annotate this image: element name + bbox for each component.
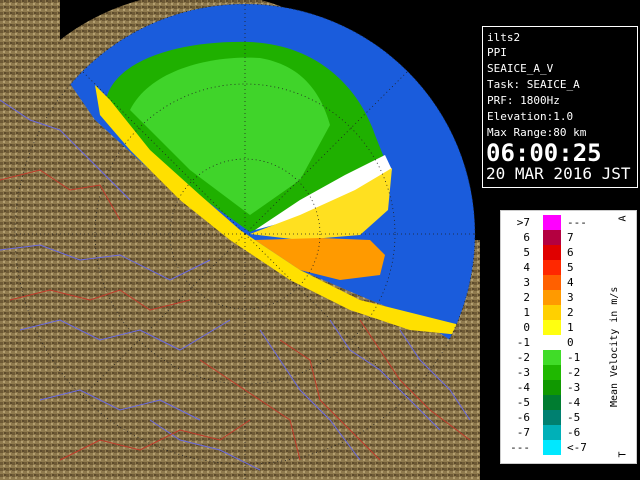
legend-upper-bound: -2 bbox=[567, 366, 581, 379]
radar-map bbox=[0, 0, 480, 480]
legend-bottom-marker: T bbox=[617, 451, 629, 458]
legend-upper-bound: 6 bbox=[567, 246, 574, 259]
legend-row: 23 bbox=[501, 290, 601, 305]
legend-row: -1 0 bbox=[501, 335, 601, 350]
legend-lower-bound: 1 bbox=[523, 306, 530, 319]
legend-swatch bbox=[543, 230, 561, 245]
legend-lower-bound: -5 bbox=[516, 396, 530, 409]
legend-lower-bound: 4 bbox=[523, 261, 530, 274]
radar-ppi-image bbox=[0, 0, 480, 480]
legend-swatch bbox=[543, 380, 561, 395]
legend-row: 01 bbox=[501, 320, 601, 335]
legend-upper-bound: <-7 bbox=[567, 441, 587, 454]
legend-lower-bound: 2 bbox=[523, 291, 530, 304]
velocity-legend: >7 --- 6 7 5 6 4 5 3 4 2 3 1 2 0 1 -1 0 -2 -1 -3 -2 -4 -3 -5 -4 -6… bbox=[500, 210, 637, 464]
legend-row: 56 bbox=[501, 245, 601, 260]
legend-row: -7 -6 bbox=[501, 425, 601, 440]
legend-lower-bound: -6 bbox=[516, 411, 530, 424]
legend-lower-bound: 0 bbox=[523, 321, 530, 334]
info-panel: ilts2 PPI SEAICE_A_V Task: SEAICE_A PRF:… bbox=[480, 0, 640, 480]
legend-swatch bbox=[543, 395, 561, 410]
legend-swatch bbox=[543, 245, 561, 260]
legend-swatch bbox=[543, 410, 561, 425]
legend-lower-bound: 5 bbox=[523, 246, 530, 259]
legend-upper-bound: -3 bbox=[567, 381, 581, 394]
legend-upper-bound: -1 bbox=[567, 351, 581, 364]
legend-lower-bound: -4 bbox=[516, 381, 530, 394]
legend-lower-bound: --- bbox=[510, 441, 530, 454]
elevation-value: Elevation:1.0 bbox=[487, 110, 574, 123]
legend-title: Mean Velocity in m/s bbox=[609, 286, 620, 407]
legend-swatch bbox=[543, 305, 561, 320]
legend-swatch bbox=[543, 290, 561, 305]
legend-upper-bound: 7 bbox=[567, 231, 574, 244]
legend-row: -6 -5 bbox=[501, 410, 601, 425]
legend-upper-bound: -5 bbox=[567, 411, 581, 424]
legend-swatch bbox=[543, 440, 561, 455]
legend-upper-bound: -6 bbox=[567, 426, 581, 439]
legend-upper-bound: 4 bbox=[567, 276, 574, 289]
legend-lower-bound: >7 bbox=[516, 216, 530, 229]
legend-upper-bound: 3 bbox=[567, 291, 574, 304]
legend-swatch bbox=[543, 260, 561, 275]
product-name: SEAICE_A_V bbox=[487, 62, 554, 75]
legend-row: 34 bbox=[501, 275, 601, 290]
legend-row: 45 bbox=[501, 260, 601, 275]
legend-lower-bound: 6 bbox=[523, 231, 530, 244]
site-name: ilts2 bbox=[487, 31, 521, 44]
legend-swatch bbox=[543, 350, 561, 365]
legend-upper-bound: -4 bbox=[567, 396, 581, 409]
legend-row: 12 bbox=[501, 305, 601, 320]
legend-upper-bound: 0 bbox=[567, 336, 574, 349]
legend-swatch bbox=[543, 275, 561, 290]
legend-lower-bound: -2 bbox=[516, 351, 530, 364]
task-name: Task: SEAICE_A bbox=[487, 78, 580, 91]
legend-lower-bound: -7 bbox=[516, 426, 530, 439]
legend-row: >7 --- bbox=[501, 215, 601, 230]
legend-lower-bound: -1 bbox=[516, 336, 530, 349]
legend-swatch bbox=[543, 335, 561, 350]
scan-info-box: ilts2 PPI SEAICE_A_V Task: SEAICE_A PRF:… bbox=[482, 26, 638, 188]
legend-row: --- <-7 bbox=[501, 440, 601, 455]
legend-upper-bound: 2 bbox=[567, 306, 574, 319]
legend-lower-bound: -3 bbox=[516, 366, 530, 379]
legend-top-marker: A bbox=[617, 215, 629, 222]
legend-row: -5 -4 bbox=[501, 395, 601, 410]
legend-swatch bbox=[543, 365, 561, 380]
scan-type: PPI bbox=[487, 46, 507, 59]
legend-row: -3 -2 bbox=[501, 365, 601, 380]
legend-swatch bbox=[543, 215, 561, 230]
legend-swatch bbox=[543, 425, 561, 440]
legend-lower-bound: 3 bbox=[523, 276, 530, 289]
legend-row: -4 -3 bbox=[501, 380, 601, 395]
scan-date: 20 MAR 2016 JST bbox=[486, 164, 631, 183]
max-range-value: Max Range:80 km bbox=[487, 126, 587, 139]
legend-upper-bound: 1 bbox=[567, 321, 574, 334]
prf-value: PRF: 1800Hz bbox=[487, 94, 560, 107]
legend-upper-bound: 5 bbox=[567, 261, 574, 274]
legend-row: 67 bbox=[501, 230, 601, 245]
scan-time: 06:00:25 bbox=[486, 139, 602, 167]
legend-row: -2 -1 bbox=[501, 350, 601, 365]
legend-upper-bound: --- bbox=[567, 216, 587, 229]
legend-swatch bbox=[543, 320, 561, 335]
